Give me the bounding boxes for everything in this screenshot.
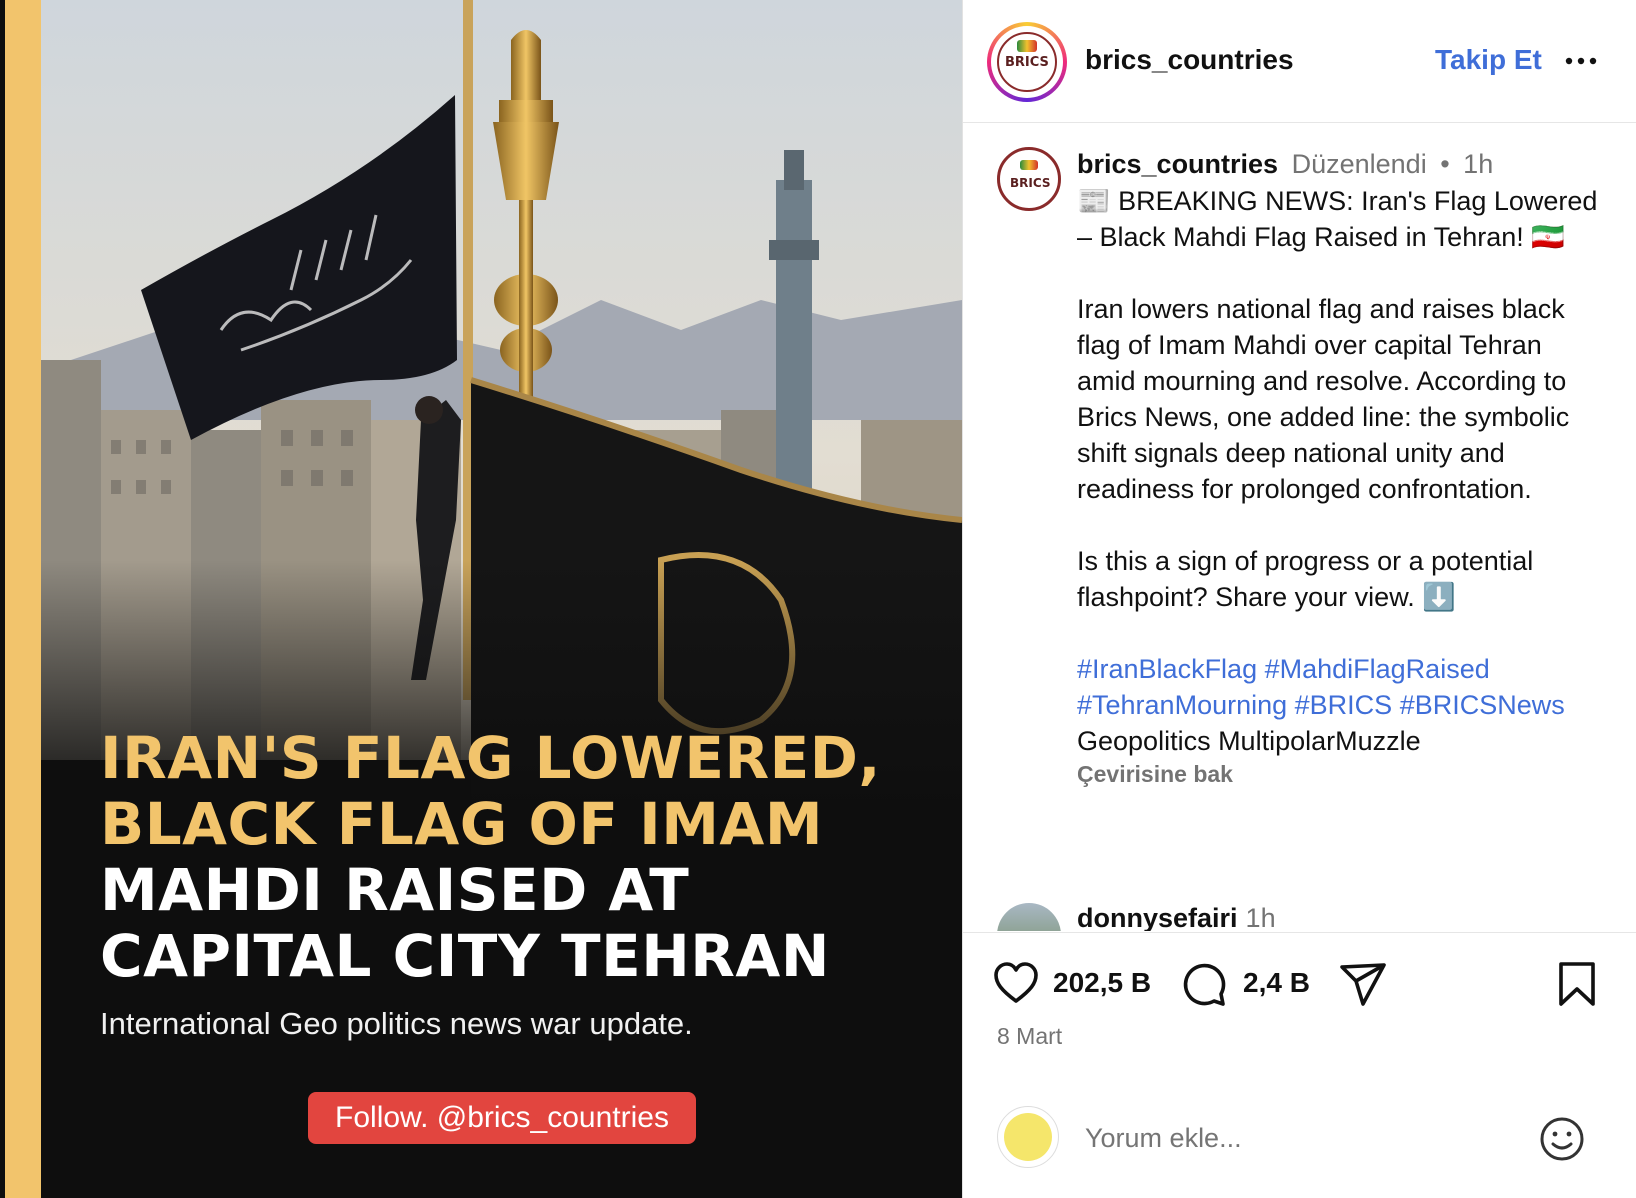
hashtag-link[interactable]: #IranBlackFlag <box>1077 654 1257 684</box>
commenter-avatar[interactable] <box>997 903 1061 931</box>
emoji-icon[interactable] <box>1539 1116 1585 1162</box>
caption-scroll-area[interactable]: BRICS brics_countries Düzenlendi • 1h 📰 … <box>963 123 1636 931</box>
caption-question: Is this a sign of progress or a potentia… <box>1077 546 1534 612</box>
add-comment-bar <box>963 1092 1636 1198</box>
commenter-meta: donnysefairi 1h <box>1077 903 1276 931</box>
meta-separator: • <box>1440 149 1450 179</box>
current-user-avatar <box>997 1106 1059 1168</box>
hashtag-link[interactable]: #TehranMourning <box>1077 690 1287 720</box>
like-count[interactable]: 202,5 B <box>1053 967 1151 999</box>
commenter-username[interactable]: donnysefairi <box>1077 903 1238 931</box>
profile-avatar[interactable]: BRICS <box>987 22 1067 102</box>
comment-icon[interactable] <box>1181 961 1227 1007</box>
headline-line-1: IRAN'S FLAG LOWERED, <box>100 724 881 792</box>
edited-label: Düzenlendi <box>1291 149 1427 179</box>
action-bar: 202,5 B 2,4 B 8 Mart <box>963 932 1636 1093</box>
headline-line-2: BLACK FLAG OF IMAM <box>100 790 824 858</box>
image-follow-pill: Follow. @brics_countries <box>308 1092 696 1144</box>
headline-line-4: CAPITAL CITY TEHRAN <box>100 922 830 990</box>
caption-username[interactable]: brics_countries <box>1077 149 1278 179</box>
caption-text: 📰 BREAKING NEWS: Iran's Flag Lowered – B… <box>1077 183 1607 789</box>
avatar-logo-text: BRICS <box>1010 176 1051 190</box>
post-sidebar: BRICS brics_countries Takip Et BRICS bri… <box>962 0 1636 1198</box>
image-subline: International Geo politics news war upda… <box>100 1006 693 1041</box>
hashtag-link[interactable]: #MahdiFlagRaised <box>1265 654 1490 684</box>
header-username[interactable]: brics_countries <box>1085 44 1294 76</box>
caption-tail: Geopolitics MultipolarMuzzle <box>1077 726 1421 756</box>
hashtag-link[interactable]: #BRICSNews <box>1400 690 1565 720</box>
comment-input[interactable] <box>1083 1122 1487 1155</box>
heart-icon[interactable] <box>993 961 1039 1005</box>
headline-line-3: MAHDI RAISED AT <box>100 856 690 924</box>
caption-paragraph: Iran lowers national flag and raises bla… <box>1077 294 1570 504</box>
brics-logo-icon <box>1017 40 1037 52</box>
see-translation-link[interactable]: Çevirisine bak <box>1077 759 1607 789</box>
caption-meta: brics_countries Düzenlendi • 1h <box>1077 149 1493 180</box>
follow-button[interactable]: Takip Et <box>1435 44 1542 76</box>
avatar-logo-text: BRICS <box>1005 55 1049 70</box>
caption-hashtags: #IranBlackFlag #MahdiFlagRaised #TehranM… <box>1077 651 1607 759</box>
caption-time: 1h <box>1463 149 1494 179</box>
share-icon[interactable] <box>1339 961 1387 1007</box>
caption-headline: 📰 BREAKING NEWS: Iran's Flag Lowered – B… <box>1077 186 1598 252</box>
image-side-stripe <box>5 0 41 1198</box>
caption-avatar[interactable]: BRICS <box>997 147 1061 211</box>
hashtag-link[interactable]: #BRICS <box>1295 690 1393 720</box>
brics-logo-icon <box>1020 160 1038 170</box>
more-icon[interactable] <box>1563 46 1599 76</box>
comment-count[interactable]: 2,4 B <box>1243 967 1310 999</box>
bookmark-icon[interactable] <box>1557 961 1597 1007</box>
post-date[interactable]: 8 Mart <box>997 1023 1062 1050</box>
post-image[interactable]: IRAN'S FLAG LOWERED, BLACK FLAG OF IMAM … <box>0 0 962 1198</box>
comment-time: 1h <box>1245 903 1276 931</box>
post-header: BRICS brics_countries Takip Et <box>963 0 1636 123</box>
